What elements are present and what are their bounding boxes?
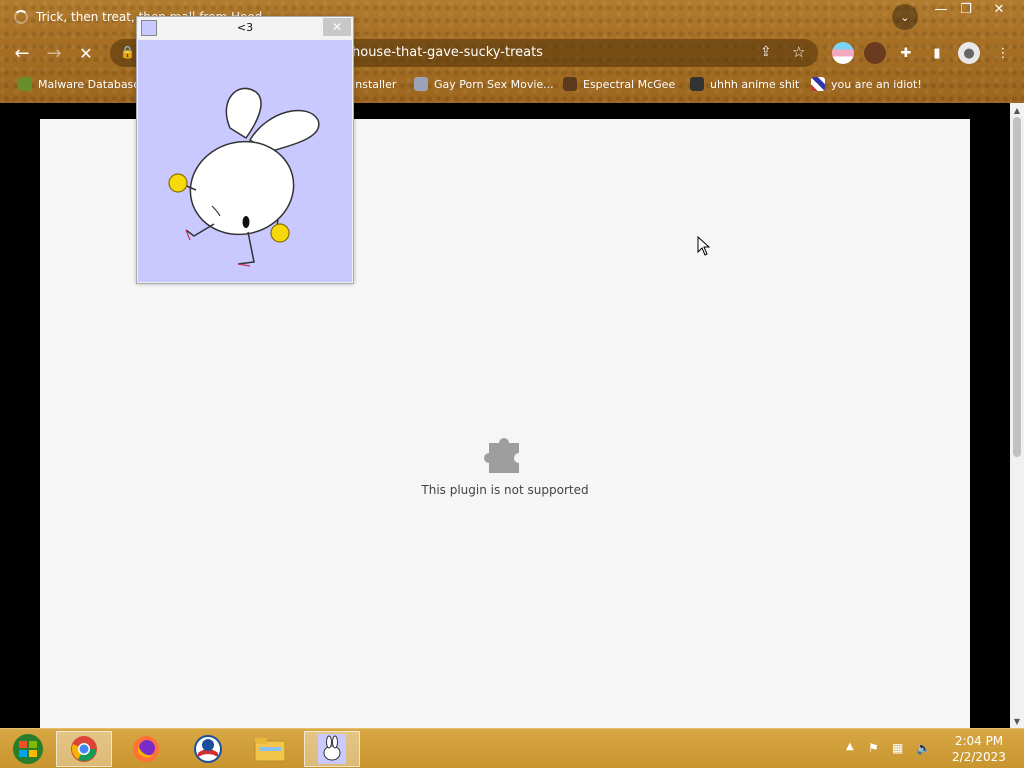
windows-logo-icon [13,734,43,764]
bookmark-favicon-icon [690,77,704,91]
popup-title: <3 [236,21,254,34]
bookmark-item[interactable]: uhhh anime shit [690,75,799,93]
extension-avatar-icon[interactable] [864,42,886,64]
loading-spinner-icon [14,10,28,24]
extension-flag-icon[interactable] [832,42,854,64]
clock-time: 2:04 PM [954,734,1004,748]
bookmark-label: Espectral McGee [583,77,676,91]
forward-button[interactable]: → [42,42,66,64]
bookmark-label: Installer [352,77,397,91]
taskbar-chrome-button[interactable] [56,731,112,767]
bookmark-item[interactable]: Espectral McGee [563,75,675,93]
minimize-button[interactable]: — [928,0,954,18]
scroll-down-arrow-icon[interactable]: ▼ [1010,714,1024,728]
taskbar: ▲ ⚑ ▦ 🔈 2:04 PM 2/2/2023 [0,728,1024,768]
clock-date: 2/2/2023 [952,750,1006,764]
maximize-button[interactable]: ❐ [953,0,979,18]
bookmark-item[interactable]: Installer [352,75,396,93]
share-icon[interactable]: ⇪ [760,44,772,60]
popup-content [138,40,352,282]
system-clock[interactable]: 2:04 PM 2/2/2023 [944,733,1014,765]
bunny-app-icon [318,734,346,764]
folder-icon [254,738,286,762]
close-window-button[interactable]: ✕ [986,0,1012,18]
chrome-icon [71,736,97,762]
bookmark-label: Malware Database [38,77,141,91]
bookmark-label: you are an idiot! [831,77,922,91]
popup-title-bar[interactable]: <3 ✕ [137,17,353,39]
scroll-thumb[interactable] [1013,117,1021,457]
tab-search-button[interactable]: ⌄ [892,4,918,30]
circle-logo-icon [194,735,222,763]
page-scrollbar[interactable]: ▲ ▼ [1010,103,1024,728]
plugin-placeholder: This plugin is not supported [40,429,970,497]
taskbar-logo-button[interactable] [180,731,236,767]
firefox-icon [133,736,159,762]
extensions-puzzle-icon[interactable]: ✚ [895,42,917,64]
popup-close-button[interactable]: ✕ [323,18,351,36]
show-hidden-icons-icon[interactable]: ▲ [846,741,854,752]
profile-icon[interactable]: ● [958,42,980,64]
plugin-not-supported-text: This plugin is not supported [421,483,589,497]
bookmark-item[interactable]: Malware Database [18,75,140,93]
bookmark-label: uhhh anime shit [710,77,800,91]
action-center-flag-icon[interactable]: ⚑ [868,741,879,755]
mouse-cursor-icon [697,236,711,256]
volume-icon[interactable]: 🔈 [916,741,931,755]
lock-icon: 🔒 [120,45,135,59]
bookmark-favicon-icon [811,77,825,91]
side-panel-icon[interactable]: ▮ [926,42,948,64]
chevron-down-icon: ⌄ [900,10,910,24]
scroll-up-arrow-icon[interactable]: ▲ [1010,103,1024,117]
menu-kebab-icon[interactable]: ⋮ [992,42,1014,64]
bookmark-label: Gay Porn Sex Movie... [434,77,554,91]
puzzle-piece-icon [484,438,519,473]
network-icon[interactable]: ▦ [892,741,903,755]
taskbar-explorer-button[interactable] [242,731,298,767]
close-icon: ✕ [79,43,93,63]
taskbar-firefox-button[interactable] [118,731,174,767]
bookmark-star-icon[interactable]: ☆ [792,43,805,61]
start-button[interactable] [0,731,56,767]
bookmark-favicon-icon [18,77,32,91]
bookmark-favicon-icon [414,77,428,91]
bookmark-item[interactable]: you are an idiot! [811,75,922,93]
arrow-left-icon: ← [14,42,30,64]
taskbar-bunny-app-button[interactable] [304,731,360,767]
url-text: house-that-gave-sucky-treats [352,45,543,60]
arrow-right-icon: → [46,42,62,64]
bookmark-item[interactable]: Gay Porn Sex Movie... [414,75,554,93]
stop-loading-button[interactable]: ✕ [74,42,98,64]
back-button[interactable]: ← [10,42,34,64]
bookmark-favicon-icon [563,77,577,91]
dancing-bunny-image [168,87,320,267]
popup-window[interactable]: <3 ✕ [136,16,354,284]
